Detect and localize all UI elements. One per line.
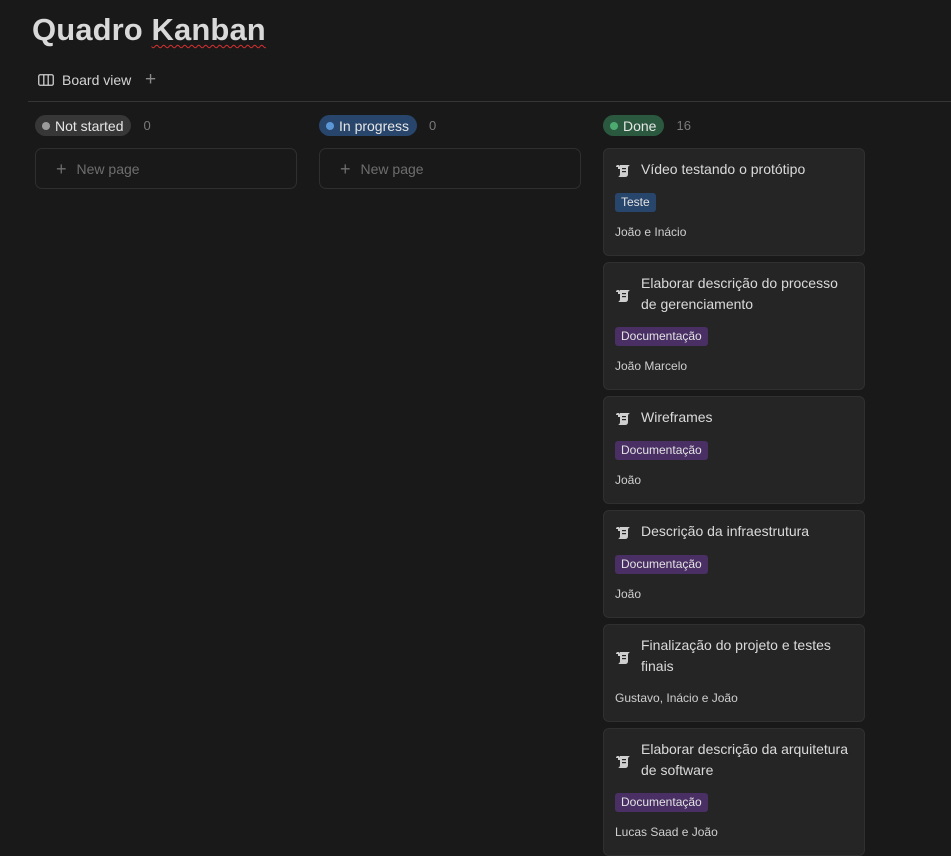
card-people: Gustavo, Inácio e João [615, 691, 738, 705]
card-title: Elaborar descrição da arquitetura de sof… [641, 741, 849, 778]
page-title-part1: Quadro [32, 12, 152, 47]
column-header: Not started 0 [35, 115, 297, 136]
card-people: Lucas Saad e João [615, 825, 718, 839]
card-title: Finalização do projeto e testes finais [641, 637, 831, 674]
card-people: João [615, 587, 642, 601]
kanban-card[interactable]: Vídeo testando o protótipo Teste João e … [603, 148, 865, 256]
column-done: Done 16 Vídeo testando o protótipo Teste… [603, 115, 865, 856]
new-page-label: New page [76, 160, 140, 177]
card-people: João Marcelo [615, 359, 688, 373]
card-title: Descrição da infraestrutura [641, 523, 810, 539]
document-icon [615, 524, 633, 542]
status-pill-done[interactable]: Done [603, 115, 665, 136]
document-icon [615, 410, 633, 428]
status-dot [610, 121, 618, 130]
card-people: João [615, 473, 642, 487]
card-title: Wireframes [641, 409, 713, 425]
page-title-part2: Kanban [151, 12, 266, 47]
document-icon [615, 287, 633, 305]
status-label: Done [623, 117, 657, 134]
new-page-label: New page [360, 160, 424, 177]
tab-board-view-label: Board view [62, 72, 132, 88]
new-page-button[interactable]: + New page [35, 148, 297, 189]
column-count: 16 [676, 118, 691, 133]
card-tag: Documentação [615, 441, 708, 460]
status-pill-not-started[interactable]: Not started [35, 115, 132, 136]
status-label: Not started [55, 117, 124, 134]
document-icon [615, 753, 633, 771]
kanban-card[interactable]: Finalização do projeto e testes finais G… [603, 624, 865, 722]
card-tag: Teste [615, 193, 656, 212]
status-label: In progress [339, 117, 410, 134]
kanban-card[interactable]: Elaborar descrição da arquitetura de sof… [603, 728, 865, 856]
status-pill-in-progress[interactable]: In progress [319, 115, 418, 136]
status-dot [42, 121, 50, 130]
column-header: In progress 0 [319, 115, 581, 136]
card-tag: Documentação [615, 555, 708, 574]
column-not-started: Not started 0 + New page [35, 115, 297, 189]
column-in-progress: In progress 0 + New page [319, 115, 581, 189]
column-count: 0 [429, 118, 437, 133]
column-header: Done 16 [603, 115, 865, 136]
card-people: João e Inácio [615, 225, 687, 239]
status-dot [326, 121, 334, 130]
new-page-button[interactable]: + New page [319, 148, 581, 189]
add-view-button[interactable]: + [145, 69, 156, 91]
kanban-card[interactable]: Wireframes Documentação João [603, 396, 865, 504]
tab-board-view[interactable]: Board view [38, 72, 131, 88]
card-tag: Documentação [615, 327, 708, 346]
card-tag: Documentação [615, 793, 708, 812]
column-count: 0 [143, 118, 151, 133]
document-icon [615, 162, 633, 180]
kanban-card[interactable]: Descrição da infraestrutura Documentação… [603, 510, 865, 618]
page-title: Quadro Kanban [32, 12, 266, 48]
plus-icon: + [340, 158, 351, 179]
board-view-icon [38, 74, 54, 86]
plus-icon: + [56, 158, 67, 179]
card-title: Elaborar descrição do processo de gerenc… [641, 275, 838, 312]
document-icon [615, 649, 633, 667]
kanban-card[interactable]: Elaborar descrição do processo de gerenc… [603, 262, 865, 390]
view-bar: Board view + [28, 68, 951, 102]
card-title: Vídeo testando o protótipo [641, 161, 806, 177]
